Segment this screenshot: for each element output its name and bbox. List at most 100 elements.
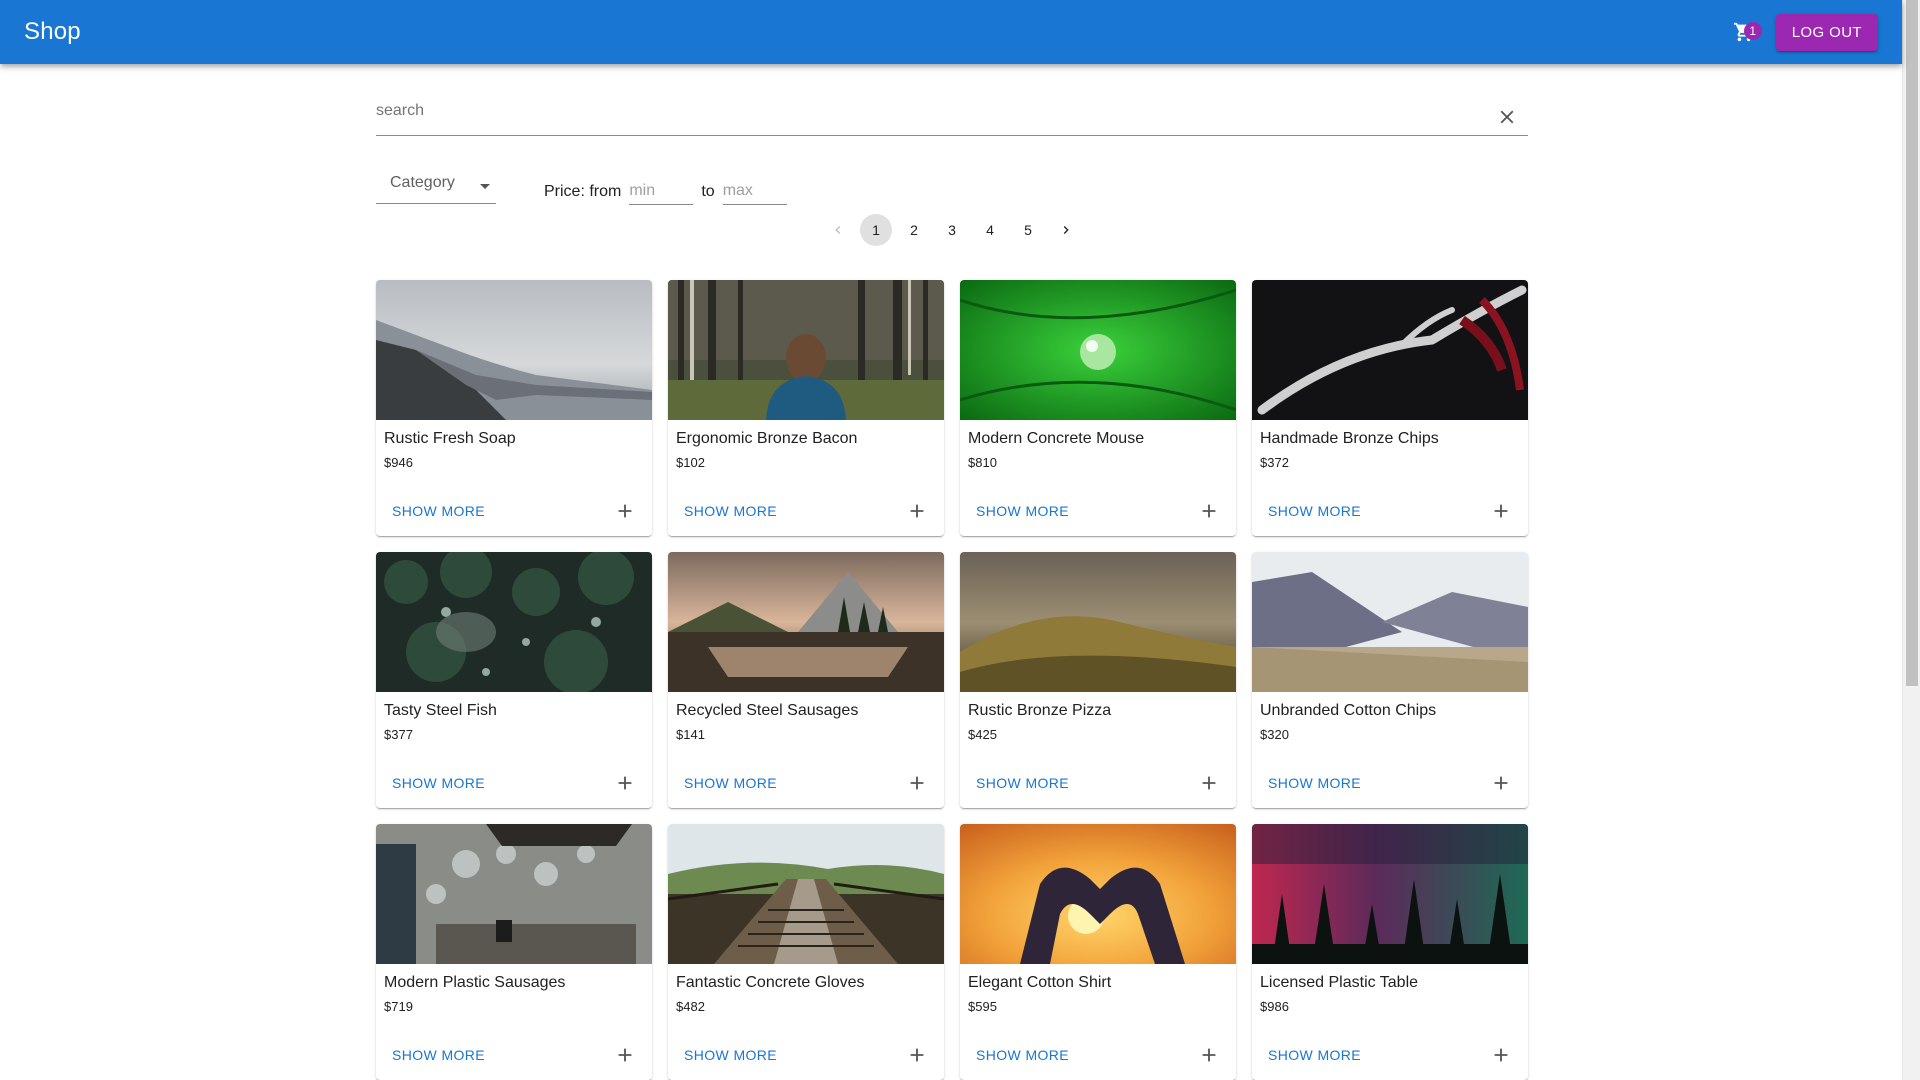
- product-name: Unbranded Cotton Chips: [1260, 702, 1437, 719]
- product-name: Rustic Fresh Soap: [384, 430, 516, 447]
- add-to-cart-button[interactable]: [1490, 500, 1512, 522]
- product-card: Licensed Plastic Table $986 SHOW MORE: [1252, 824, 1528, 1080]
- product-card: Rustic Fresh Soap $946 SHOW MORE: [376, 280, 652, 536]
- show-more-button[interactable]: SHOW MORE: [968, 1040, 1077, 1070]
- plus-icon: [618, 1048, 632, 1062]
- show-more-button[interactable]: SHOW MORE: [968, 496, 1077, 526]
- product-card: Ergonomic Bronze Bacon $102 SHOW MORE: [668, 280, 944, 536]
- product-name: Ergonomic Bronze Bacon: [676, 430, 858, 447]
- add-to-cart-button[interactable]: [906, 500, 928, 522]
- previous-page-button[interactable]: [822, 214, 854, 246]
- product-name: Modern Concrete Mouse: [968, 430, 1145, 447]
- price-max-input[interactable]: max: [722, 174, 787, 205]
- product-price: $946: [384, 455, 413, 470]
- product-name: Rustic Bronze Pizza: [968, 702, 1112, 719]
- page-button-4[interactable]: 4: [974, 214, 1006, 246]
- page-button-1[interactable]: 1: [860, 214, 892, 246]
- show-more-button[interactable]: SHOW MORE: [384, 1040, 493, 1070]
- plus-icon: [1202, 1048, 1216, 1062]
- show-more-button[interactable]: SHOW MORE: [968, 768, 1077, 798]
- product-price: $320: [1260, 727, 1289, 742]
- product-image: [1252, 824, 1528, 964]
- close-icon: [1500, 110, 1514, 124]
- product-card: Unbranded Cotton Chips $320 SHOW MORE: [1252, 552, 1528, 808]
- product-price: $719: [384, 999, 413, 1014]
- product-price: $810: [968, 455, 997, 470]
- cart-button[interactable]: 1: [1720, 8, 1768, 56]
- product-card: Tasty Steel Fish $377 SHOW MORE: [376, 552, 652, 808]
- plus-icon: [618, 504, 632, 518]
- category-select[interactable]: Category: [376, 170, 496, 204]
- product-image: [960, 824, 1236, 964]
- product-name: Handmade Bronze Chips: [1260, 430, 1439, 447]
- add-to-cart-button[interactable]: [614, 500, 636, 522]
- logout-button[interactable]: LOG OUT: [1775, 13, 1878, 51]
- plus-icon: [1494, 504, 1508, 518]
- show-more-button[interactable]: SHOW MORE: [1260, 768, 1369, 798]
- product-image: [668, 280, 944, 420]
- show-more-button[interactable]: SHOW MORE: [676, 1040, 785, 1070]
- product-image: [1252, 552, 1528, 692]
- product-image: [1252, 280, 1528, 420]
- product-price: $372: [1260, 455, 1289, 470]
- show-more-button[interactable]: SHOW MORE: [384, 768, 493, 798]
- product-image: [668, 552, 944, 692]
- page-button-2[interactable]: 2: [898, 214, 930, 246]
- price-to-label: to: [701, 183, 715, 200]
- product-price: $377: [384, 727, 413, 742]
- product-card: Modern Plastic Sausages $719 SHOW MORE: [376, 824, 652, 1080]
- product-image: [376, 552, 652, 692]
- next-page-button[interactable]: [1050, 214, 1082, 246]
- chevron-left-icon: [835, 226, 841, 234]
- add-to-cart-button[interactable]: [1490, 772, 1512, 794]
- show-more-button[interactable]: SHOW MORE: [1260, 1040, 1369, 1070]
- product-image: [960, 552, 1236, 692]
- plus-icon: [910, 1048, 924, 1062]
- cart-count-badge: 1: [1743, 22, 1762, 40]
- page-scrollbar[interactable]: [1902, 0, 1920, 1080]
- product-price: $425: [968, 727, 997, 742]
- add-to-cart-button[interactable]: [1490, 1044, 1512, 1066]
- add-to-cart-button[interactable]: [906, 1044, 928, 1066]
- show-more-button[interactable]: SHOW MORE: [676, 768, 785, 798]
- product-image: [376, 824, 652, 964]
- add-to-cart-button[interactable]: [906, 772, 928, 794]
- product-price: $595: [968, 999, 997, 1014]
- add-to-cart-button[interactable]: [1198, 500, 1220, 522]
- show-more-button[interactable]: SHOW MORE: [1260, 496, 1369, 526]
- plus-icon: [1494, 776, 1508, 790]
- product-price: $482: [676, 999, 705, 1014]
- clear-search-button[interactable]: [1496, 106, 1518, 128]
- add-to-cart-button[interactable]: [1198, 1044, 1220, 1066]
- product-name: Modern Plastic Sausages: [384, 974, 566, 991]
- show-more-button[interactable]: SHOW MORE: [384, 496, 493, 526]
- product-card: Modern Concrete Mouse $810 SHOW MORE: [960, 280, 1236, 536]
- add-to-cart-button[interactable]: [614, 772, 636, 794]
- product-grid: Rustic Fresh Soap $946 SHOW MORE Ergonom…: [376, 280, 1528, 1080]
- plus-icon: [618, 776, 632, 790]
- product-name: Elegant Cotton Shirt: [968, 974, 1112, 991]
- product-image: [668, 824, 944, 964]
- add-to-cart-button[interactable]: [1198, 772, 1220, 794]
- product-card: Rustic Bronze Pizza $425 SHOW MORE: [960, 552, 1236, 808]
- page-button-3[interactable]: 3: [936, 214, 968, 246]
- plus-icon: [1494, 1048, 1508, 1062]
- product-card: Fantastic Concrete Gloves $482 SHOW MORE: [668, 824, 944, 1080]
- pagination: 1 2 3 4 5: [376, 214, 1528, 246]
- product-price: $141: [676, 727, 705, 742]
- add-to-cart-button[interactable]: [614, 1044, 636, 1066]
- product-name: Tasty Steel Fish: [384, 702, 497, 719]
- price-min-input[interactable]: min: [629, 174, 694, 205]
- price-from-label: Price: from: [544, 183, 622, 200]
- search-input[interactable]: search: [376, 102, 424, 120]
- scrollbar-thumb[interactable]: [1906, 0, 1918, 686]
- page-button-5[interactable]: 5: [1012, 214, 1044, 246]
- product-card: Recycled Steel Sausages $141 SHOW MORE: [668, 552, 944, 808]
- search-field[interactable]: search: [376, 100, 1528, 136]
- product-image: [960, 280, 1236, 420]
- app-bar: Shop 1 LOG OUT: [0, 0, 1902, 64]
- product-card: Elegant Cotton Shirt $595 SHOW MORE: [960, 824, 1236, 1080]
- price-filter: Price: from min to max: [544, 174, 787, 205]
- dropdown-arrow-icon: [480, 184, 490, 189]
- show-more-button[interactable]: SHOW MORE: [676, 496, 785, 526]
